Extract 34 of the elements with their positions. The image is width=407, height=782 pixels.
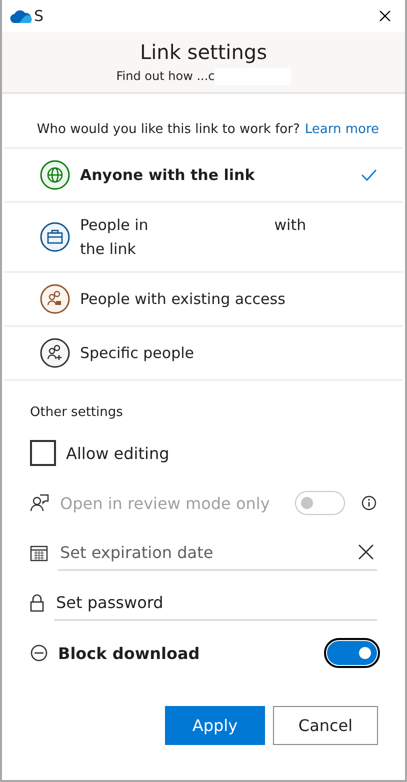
- option-label: People with existing access: [80, 289, 286, 310]
- briefcase-icon: [40, 222, 70, 252]
- people-lock-icon: [40, 284, 70, 314]
- person-comment-icon: [30, 493, 50, 513]
- dialog-subtitle: Find out how ...c: [116, 69, 215, 83]
- block-icon: [30, 644, 48, 662]
- window-title: S: [34, 7, 45, 25]
- expiration-date-field[interactable]: Set expiration date: [58, 542, 355, 562]
- toggle-switch[interactable]: [327, 641, 377, 665]
- link-option[interactable]: People in with the link: [4, 201, 403, 271]
- link-option[interactable]: Specific people: [4, 325, 403, 381]
- info-icon[interactable]: [361, 495, 377, 511]
- link-option[interactable]: Anyone with the link: [4, 147, 403, 201]
- link-option[interactable]: People with existing access: [4, 271, 403, 325]
- option-label: Specific people: [80, 343, 194, 364]
- option-label: Anyone with the link: [80, 165, 255, 186]
- option-label: People in with the link: [80, 215, 308, 260]
- section-title: Other settings: [30, 405, 124, 420]
- question-text: Who would you like this link to work for?: [36, 122, 300, 137]
- cancel-button[interactable]: Cancel: [273, 706, 378, 745]
- password-field[interactable]: Set password: [54, 592, 377, 612]
- checkmark-icon: [361, 169, 377, 181]
- calendar-icon: [30, 544, 48, 562]
- learn-more-link[interactable]: Learn more: [304, 122, 379, 137]
- checkbox-label: Allow editing: [66, 444, 170, 462]
- review-mode-label: Open in review mode only: [60, 494, 271, 512]
- checkbox[interactable]: [30, 440, 56, 466]
- block-download-label: Block download: [58, 644, 201, 662]
- cloud-icon: [10, 9, 32, 23]
- dialog-title: Link settings: [140, 40, 268, 64]
- apply-button[interactable]: Apply: [165, 706, 265, 745]
- people-add-icon: [40, 338, 70, 368]
- globe-icon: [40, 160, 70, 190]
- lock-icon: [30, 594, 44, 612]
